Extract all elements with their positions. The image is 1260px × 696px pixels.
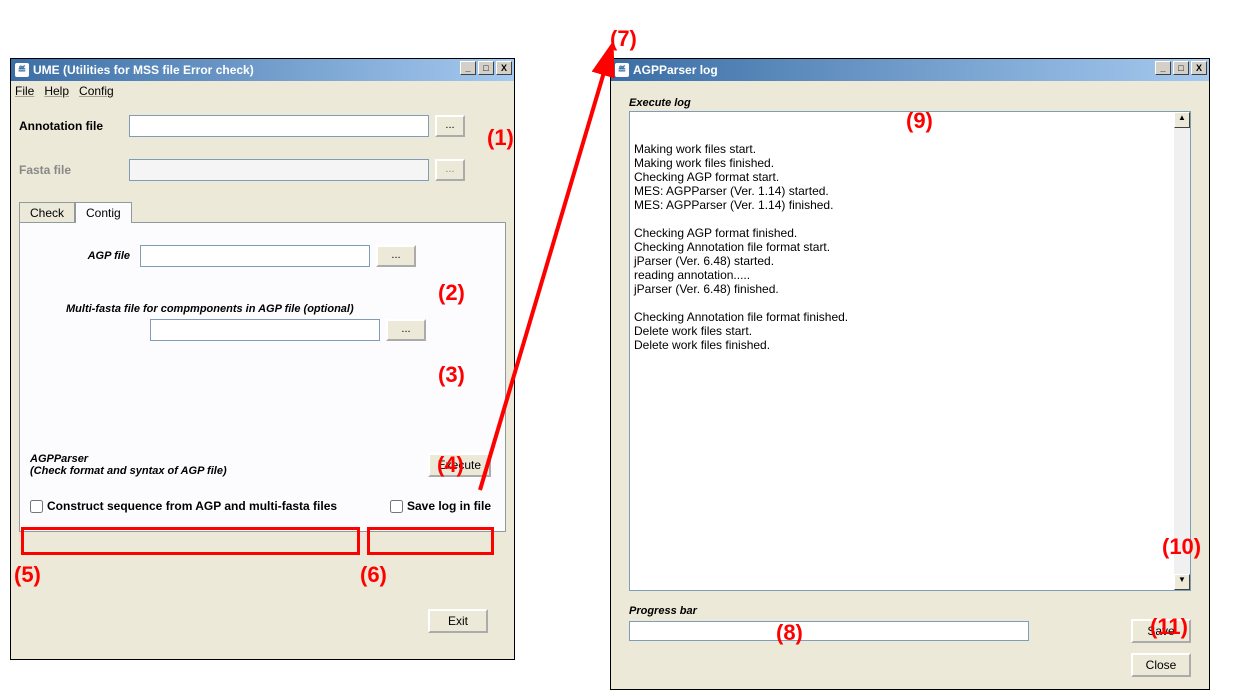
progress-label: Progress bar <box>629 605 1191 617</box>
menu-help[interactable]: Help <box>44 84 69 98</box>
java-icon: ≝ <box>15 63 29 77</box>
menu-config[interactable]: Config <box>79 84 114 98</box>
scroll-down-icon[interactable]: ▼ <box>1174 574 1190 590</box>
menu-file[interactable]: File <box>15 84 34 98</box>
savelog-checkbox-row: Save log in file <box>390 499 491 513</box>
agp-input[interactable] <box>140 245 370 267</box>
callout-5: (5) <box>14 562 41 588</box>
annotation-input[interactable] <box>129 115 429 137</box>
minimize-button[interactable]: _ <box>1155 61 1171 75</box>
window-title: UME (Utilities for MSS file Error check) <box>33 63 254 77</box>
ume-titlebar[interactable]: ≝ UME (Utilities for MSS file Error chec… <box>11 59 514 81</box>
contig-panel: AGP file ... Multi-fasta file for compmp… <box>19 222 506 532</box>
callout-8: (8) <box>776 620 803 646</box>
callout-6: (6) <box>360 562 387 588</box>
tab-check[interactable]: Check <box>19 202 75 223</box>
fasta-input <box>129 159 429 181</box>
log-titlebar[interactable]: ≝ AGPParser log _ □ X <box>611 59 1209 81</box>
callout-5-box <box>21 527 360 555</box>
close-window-button[interactable]: X <box>1191 61 1207 75</box>
agpparser-sub: (Check format and syntax of AGP file) <box>30 465 227 477</box>
exit-button[interactable]: Exit <box>428 609 488 633</box>
multifasta-label: Multi-fasta file for compmponents in AGP… <box>66 303 495 315</box>
agp-browse-button[interactable]: ... <box>376 245 416 267</box>
callout-11: (11) <box>1150 614 1188 640</box>
callout-3: (3) <box>438 362 465 388</box>
callout-9: (9) <box>906 108 933 134</box>
log-content: Making work files start. Making work fil… <box>634 142 1186 352</box>
savelog-label: Save log in file <box>407 499 491 513</box>
agpparser-title: AGPParser <box>30 453 227 465</box>
ume-window: ≝ UME (Utilities for MSS file Error chec… <box>10 58 515 660</box>
savelog-checkbox[interactable] <box>390 500 403 513</box>
log-window-title: AGPParser log <box>633 63 718 77</box>
tab-contig[interactable]: Contig <box>75 202 132 223</box>
fasta-browse-button: ... <box>435 159 465 181</box>
callout-10: (10) <box>1162 534 1201 560</box>
close-button[interactable]: Close <box>1131 653 1191 677</box>
scrollbar-track[interactable] <box>1174 128 1190 574</box>
multifasta-browse-button[interactable]: ... <box>386 319 426 341</box>
annotation-browse-button[interactable]: ... <box>435 115 465 137</box>
log-window: ≝ AGPParser log _ □ X Execute log Making… <box>610 58 1210 690</box>
callout-4: (4) <box>437 452 464 478</box>
log-textarea[interactable]: Making work files start. Making work fil… <box>629 111 1191 591</box>
menu-bar: File Help Config <box>11 81 514 101</box>
construct-checkbox-row: Construct sequence from AGP and multi-fa… <box>30 499 337 513</box>
progress-bar <box>629 621 1029 641</box>
scrollbar[interactable]: ▲ ▼ <box>1174 112 1190 590</box>
fasta-label: Fasta file <box>19 163 129 177</box>
tab-strip: Check Contig <box>19 201 506 222</box>
construct-checkbox[interactable] <box>30 500 43 513</box>
callout-7-arrow <box>470 42 630 498</box>
agp-label: AGP file <box>30 250 140 262</box>
annotation-label: Annotation file <box>19 119 129 133</box>
construct-label: Construct sequence from AGP and multi-fa… <box>47 499 337 513</box>
maximize-button[interactable]: □ <box>1173 61 1189 75</box>
scroll-up-icon[interactable]: ▲ <box>1174 112 1190 128</box>
callout-2: (2) <box>438 280 465 306</box>
multifasta-input[interactable] <box>150 319 380 341</box>
callout-6-box <box>367 527 494 555</box>
